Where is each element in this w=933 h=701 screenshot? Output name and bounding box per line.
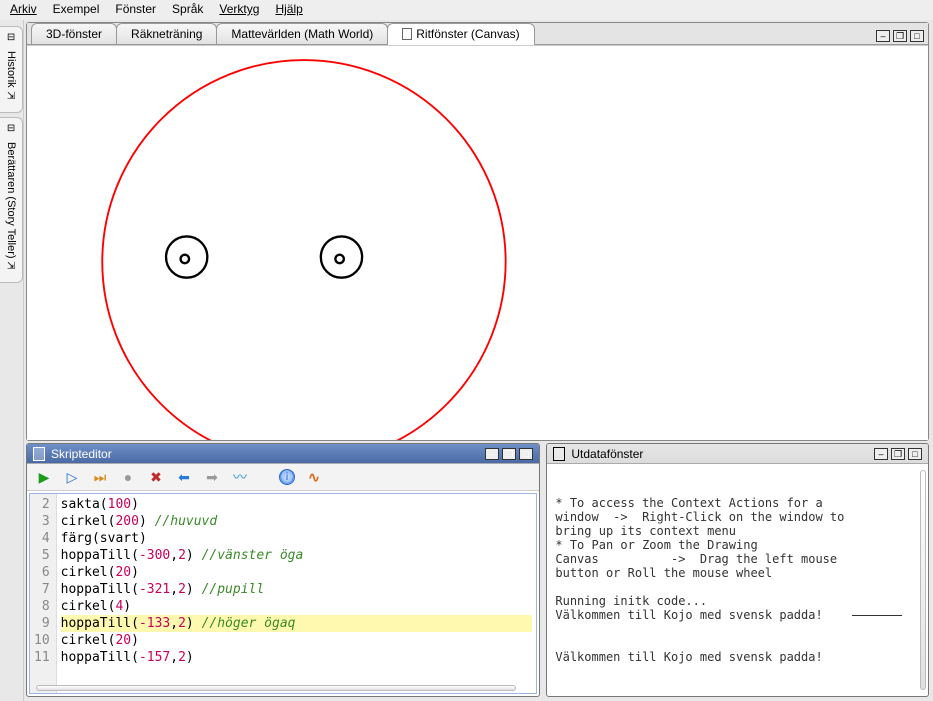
right-eye-circle [321, 236, 362, 277]
restore-button[interactable]: ❐ [893, 30, 907, 42]
left-pupil-circle [181, 255, 189, 263]
sidebar-item-berattaren[interactable]: ⊟ Berättaren (Story Teller) ⇲ [0, 117, 23, 284]
left-sidebar: ⊟ Historik ⇲ ⊟ Berättaren (Story Teller)… [0, 20, 24, 701]
horizontal-scrollbar[interactable] [36, 685, 516, 691]
main-area: ⊟ Historik ⇲ ⊟ Berättaren (Story Teller)… [0, 20, 933, 701]
maximize-button[interactable]: □ [519, 448, 533, 460]
menu-verktyg[interactable]: Verktyg [219, 2, 259, 16]
code-lines[interactable]: sakta(100)cirkel(200) //huvuvdfärg(svart… [57, 494, 537, 693]
canvas-panel: 3D-fönster Räkneträning Mattevärlden (Ma… [26, 22, 929, 441]
output-titlebar[interactable]: Utdatafönster – ❐ □ [547, 444, 928, 464]
tab-ritfonster[interactable]: Ritfönster (Canvas) [387, 23, 534, 44]
output-panel: Utdatafönster – ❐ □ * To access the Cont… [546, 443, 929, 697]
restore-button[interactable]: ❐ [502, 448, 516, 460]
sidebar-item-label: Historik [5, 51, 17, 88]
pin-icon: ⇲ [7, 262, 15, 272]
menu-exempel[interactable]: Exempel [53, 2, 100, 16]
menu-sprak[interactable]: Språk [172, 2, 203, 16]
document-icon [553, 447, 565, 461]
maximize-button[interactable]: □ [910, 30, 924, 42]
forward-button[interactable]: ➡ [203, 468, 221, 486]
right-pupil-circle [335, 255, 343, 263]
wave-button[interactable]: 〰 [231, 468, 249, 486]
minimize-button[interactable]: – [485, 448, 499, 460]
tab-label: Räkneträning [131, 27, 202, 41]
tab-label: 3D-fönster [46, 27, 102, 41]
sidebar-item-historik[interactable]: ⊟ Historik ⇲ [0, 26, 23, 113]
editor-titlebar[interactable]: Skripteditor – ❐ □ [27, 444, 539, 464]
bottom-row: Skripteditor – ❐ □ ▶ ▷ ⏭ ● ✖ ⬅ ➡ [24, 443, 933, 701]
tab-3d-fonster[interactable]: 3D-fönster [31, 23, 117, 44]
line-gutter: 234567891011 [30, 494, 57, 693]
tab-mattevarlden[interactable]: Mattevärlden (Math World) [216, 23, 388, 44]
panel-title: Skripteditor [51, 447, 112, 461]
menu-hjalp[interactable]: Hjälp [275, 2, 302, 16]
pin-icon: ⊟ [7, 124, 15, 134]
editor-toolbar: ▶ ▷ ⏭ ● ✖ ⬅ ➡ 〰 ⓘ ∿ [27, 464, 539, 491]
stop-button[interactable]: ● [119, 468, 137, 486]
back-button[interactable]: ⬅ [175, 468, 193, 486]
script-editor-panel: Skripteditor – ❐ □ ▶ ▷ ⏭ ● ✖ ⬅ ➡ [26, 443, 540, 697]
squiggle-button[interactable]: ∿ [305, 468, 323, 486]
clear-button[interactable]: ✖ [147, 468, 165, 486]
minimize-button[interactable]: – [876, 30, 890, 42]
document-icon [402, 28, 412, 40]
tab-raknetraning[interactable]: Räkneträning [116, 23, 217, 44]
restore-button[interactable]: ❐ [891, 448, 905, 460]
tab-label: Ritfönster (Canvas) [416, 27, 519, 41]
vertical-scrollbar[interactable] [920, 470, 926, 690]
right-panels: 3D-fönster Räkneträning Mattevärlden (Ma… [24, 20, 933, 701]
maximize-button[interactable]: □ [908, 448, 922, 460]
tabbar: 3D-fönster Räkneträning Mattevärlden (Ma… [27, 23, 928, 45]
step-button[interactable]: ▷ [63, 468, 81, 486]
minimize-button[interactable]: – [874, 448, 888, 460]
drawing-canvas[interactable] [27, 45, 928, 440]
tab-label: Mattevärlden (Math World) [231, 27, 373, 41]
menu-fonster[interactable]: Fönster [115, 2, 156, 16]
document-icon [33, 447, 45, 461]
canvas-svg [27, 46, 928, 440]
pin-icon: ⊟ [7, 33, 15, 43]
window-controls: – ❐ □ [876, 30, 924, 44]
head-circle [102, 60, 505, 440]
left-eye-circle [166, 236, 207, 277]
output-textarea[interactable]: * To access the Context Actions for awin… [547, 464, 928, 696]
info-button[interactable]: ⓘ [279, 469, 295, 485]
run-selection-button[interactable]: ⏭ [91, 468, 109, 486]
run-button[interactable]: ▶ [35, 468, 53, 486]
pin-icon: ⇲ [7, 92, 15, 102]
sidebar-item-label: Berättaren (Story Teller) [5, 142, 17, 259]
menu-arkiv[interactable]: Arkiv [10, 2, 37, 16]
menubar: Arkiv Exempel Fönster Språk Verktyg Hjäl… [0, 0, 933, 20]
code-editor[interactable]: 234567891011 sakta(100)cirkel(200) //huv… [29, 493, 537, 694]
panel-title: Utdatafönster [571, 447, 643, 461]
